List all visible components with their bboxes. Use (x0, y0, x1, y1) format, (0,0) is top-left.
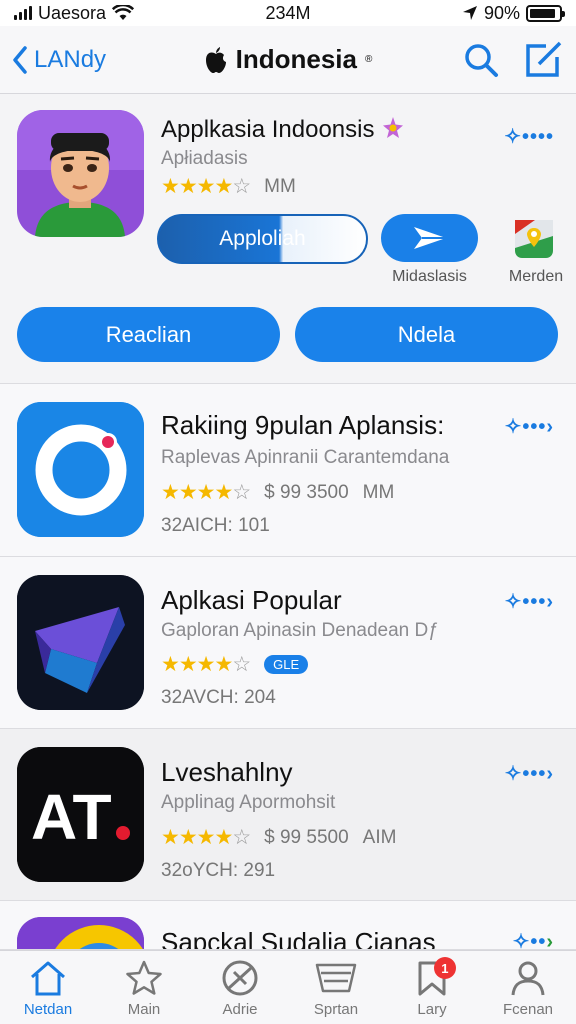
tab-label: Netdan (23, 1001, 73, 1018)
more-options-icon[interactable]: ✧•••› (505, 761, 554, 786)
svg-text:AT: AT (31, 781, 112, 853)
left-action-label: Reaclian (105, 321, 192, 347)
trademark-mark: ® (364, 54, 373, 65)
featured-title: Applkasia Indoonsis (161, 116, 405, 144)
app-title: Rakiing 9pulan Aplansis: (161, 410, 445, 440)
back-button[interactable]: LANdy (12, 46, 106, 74)
more-options-icon[interactable]: ✧••› (513, 929, 554, 949)
app-row[interactable]: AT Lveshahlny Applinag Apormohsit ★★★★☆ … (0, 729, 576, 901)
home-icon (31, 961, 65, 996)
compose-icon[interactable] (524, 41, 564, 79)
play-icon (413, 227, 446, 249)
rating-meta: MM (264, 175, 296, 197)
battery-level (530, 8, 556, 18)
star-rating: ★★★★☆ (161, 826, 251, 849)
featured-rating-row: ★★★★☆ MM (161, 174, 296, 199)
star-icon (126, 960, 162, 995)
location-arrow-icon (462, 6, 477, 20)
get-app-button[interactable]: Apploliah (157, 214, 368, 264)
app-icon-at[interactable]: AT (17, 747, 144, 882)
tab-adrie[interactable]: Adrie (192, 951, 288, 1024)
page-title-text: Indonesia (235, 44, 357, 74)
featured-subtitle: Apłiadasis (161, 148, 248, 169)
get-app-label: Apploliah (219, 227, 306, 250)
app-unit: MM (362, 481, 395, 503)
app-title: Lveshahlny (161, 757, 293, 787)
app-price: $ 99 3500 (264, 481, 349, 503)
ring-logo-icon (17, 402, 144, 537)
left-action-button[interactable]: Reaclian (17, 307, 280, 362)
play-button[interactable] (381, 214, 478, 262)
search-icon[interactable] (462, 41, 500, 79)
app-subtitle: Applinag Apormohsit (161, 792, 336, 813)
tab-main[interactable]: Main (96, 951, 192, 1024)
app-badge: GLE (264, 655, 309, 674)
app-stat: 32oYCH: 291 (161, 860, 276, 881)
app-row[interactable]: Sapckal Sudalia Cianas ✧••› (0, 901, 576, 950)
more-options-icon[interactable]: ✧•••• (504, 124, 554, 149)
sparkle-icon (383, 117, 404, 138)
status-right: 90% (462, 2, 565, 24)
app-subtitle: Raplevas Apinranii Carantemdana (161, 447, 450, 468)
battery-icon (526, 4, 565, 22)
tab-fcenan[interactable]: Fcenan (480, 951, 576, 1024)
nav-actions (462, 41, 564, 79)
maps-label: Merden (508, 268, 564, 285)
featured-title-text: Applkasia Indoonsis (161, 116, 375, 143)
tab-label: Lary (417, 1001, 447, 1018)
tab-label: Main (127, 1001, 161, 1018)
app-title: Aplkasi Popular (161, 585, 342, 615)
tab-bar: Netdan Main Adrie Sprtan 1 Lary Fcenan (0, 950, 576, 1024)
status-bar: Uaesora 234M 90% (0, 0, 576, 26)
app-rating-row: ★★★★☆ GLE (161, 652, 309, 677)
wifi-icon (112, 5, 135, 20)
tab-label: Fcenan (502, 1001, 554, 1018)
star-rating: ★★★★☆ (161, 175, 251, 198)
tab-sprtan[interactable]: Sprtan (288, 951, 384, 1024)
right-action-button[interactable]: Ndela (295, 307, 558, 362)
app-subtitle: Gaploran Apinasin Denadean Dƒ (161, 620, 439, 641)
app-rating-row: ★★★★☆ $ 99 3500 MM (161, 480, 394, 505)
tab-lary[interactable]: 1 Lary (384, 951, 480, 1024)
app-stat: 32AVCH: 204 (161, 687, 276, 708)
tab-home[interactable]: Netdan (0, 951, 96, 1024)
colorful-logo-icon (17, 917, 144, 949)
back-label: LANdy (34, 45, 107, 73)
app-row[interactable]: Rakiing 9pulan Aplansis: Raplevas Apinra… (0, 384, 576, 557)
battery-percent: 90% (483, 2, 520, 23)
app-unit: AIM (362, 826, 397, 848)
app-row[interactable]: Aplkasi Popular Gaploran Apinasin Denade… (0, 557, 576, 729)
apple-logo-icon (205, 46, 226, 73)
app-icon-cube[interactable] (17, 575, 144, 710)
carrier-name: Uaesora (38, 2, 107, 23)
app-icon-circle[interactable] (17, 402, 144, 537)
more-options-icon[interactable]: ✧•••› (505, 414, 554, 439)
nav-bar: LANdy Indonesia ® (0, 26, 576, 94)
cube-logo-icon (17, 575, 144, 710)
app-stat: 32AICH: 101 (161, 515, 270, 536)
avatar-illustration (17, 110, 144, 237)
app-icon-partial[interactable] (17, 917, 144, 949)
tab-label: Sprtan (313, 1001, 359, 1018)
featured-app-icon[interactable] (17, 110, 144, 237)
signal-icon (14, 6, 32, 20)
maps-icon[interactable] (515, 220, 553, 258)
more-options-icon[interactable]: ✧•••› (505, 589, 554, 614)
app-rating-row: ★★★★☆ $ 99 5500 AIM (161, 825, 396, 850)
star-rating: ★★★★☆ (161, 653, 251, 676)
app-price: $ 99 5500 (264, 826, 349, 848)
notification-badge: 1 (433, 957, 456, 979)
star-rating: ★★★★☆ (161, 481, 251, 504)
status-left: Uaesora (14, 2, 135, 24)
play-label: Midaslasis (392, 268, 467, 285)
tab-label: Adrie (222, 1001, 258, 1018)
featured-section: Applkasia Indoonsis Apłiadasis ★★★★☆ MM … (0, 94, 576, 384)
at-logo-icon: AT (17, 747, 144, 882)
app-title: Sapckal Sudalia Cianas (161, 927, 436, 950)
tray-icon (315, 963, 357, 993)
compass-icon (222, 960, 258, 996)
chevron-left-icon (13, 45, 27, 74)
person-icon (511, 961, 545, 996)
right-action-label: Ndela (397, 321, 456, 347)
